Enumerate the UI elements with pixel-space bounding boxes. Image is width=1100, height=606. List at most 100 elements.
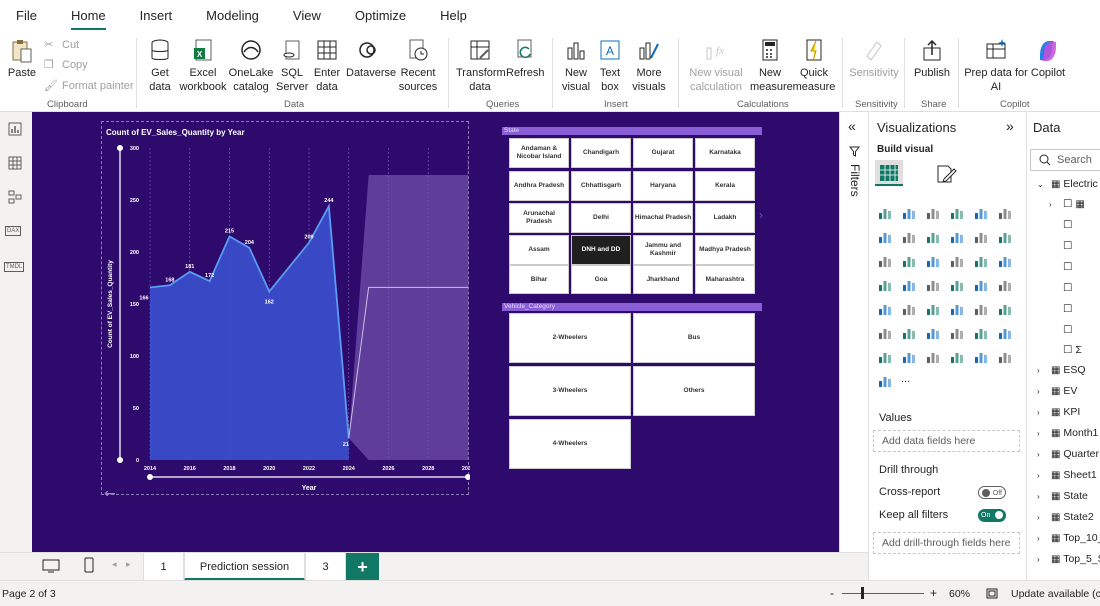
data-table-row[interactable]: › ▦ ESQ [1027, 360, 1086, 380]
dataverse-button[interactable]: Dataverse [346, 38, 396, 80]
data-table-row[interactable]: ⌄ ▦ Electric [1027, 174, 1098, 194]
filters-label[interactable]: Filters [848, 164, 862, 197]
visual-type-icon[interactable] [973, 277, 989, 293]
visual-type-icon[interactable] [973, 325, 989, 341]
visual-type-icon[interactable] [925, 277, 941, 293]
state-tile[interactable]: Andaman & Nicobar Island [509, 138, 569, 168]
page-tab-prediction-session[interactable]: Prediction session [184, 553, 305, 581]
keep-all-filters-toggle[interactable]: On [978, 509, 1006, 522]
vehicle-category-tile[interactable]: Others [633, 366, 755, 416]
next-page-icon[interactable]: ▸ [126, 559, 131, 570]
paste-button[interactable]: Paste [6, 38, 38, 80]
data-table-row[interactable]: › ▦ KPI [1027, 402, 1080, 422]
data-table-row[interactable]: › ▦ EV [1027, 381, 1077, 401]
state-tile[interactable]: Bihar [509, 265, 569, 294]
visual-type-icon[interactable] [949, 229, 965, 245]
state-tile[interactable]: Delhi [571, 203, 631, 233]
page-tab-1[interactable]: 1 [143, 553, 184, 581]
filters-strip[interactable]: « Filters [839, 112, 868, 552]
data-table-row[interactable]: › ▦ Month1 [1027, 423, 1098, 443]
new-visual-calculation-button[interactable]: fx New visual calculation [686, 38, 746, 94]
visual-type-icon[interactable] [973, 349, 989, 365]
state-tile[interactable]: Maharashtra [695, 265, 755, 294]
prev-page-icon[interactable]: ◂ [112, 559, 117, 570]
sensitivity-button[interactable]: Sensitivity [848, 38, 900, 80]
data-table-row[interactable]: › ▦ Quarter [1027, 444, 1099, 464]
state-tile[interactable]: Gujarat [633, 138, 693, 168]
menu-optimize[interactable]: Optimize [355, 0, 406, 32]
prep-data-ai-button[interactable]: Prep data for AI [962, 38, 1030, 94]
visual-type-icon[interactable] [997, 277, 1013, 293]
visual-type-icon[interactable] [973, 205, 989, 221]
format-painter-button[interactable]: 🖌 Format painter [44, 79, 134, 93]
state-tile[interactable]: Ladakh [695, 203, 755, 233]
state-tile[interactable]: Arunachal Pradesh [509, 203, 569, 233]
refresh-button[interactable]: Refresh [506, 38, 545, 80]
visual-type-icon[interactable] [901, 277, 917, 293]
state-tile[interactable]: Himachal Pradesh [633, 203, 693, 233]
menu-home[interactable]: Home [70, 0, 106, 32]
visual-type-icon[interactable] [877, 373, 893, 389]
visual-type-icon[interactable] [925, 229, 941, 245]
new-measure-button[interactable]: New measure [750, 38, 793, 94]
vehicle-category-tile[interactable]: 3-Wheelers [509, 366, 631, 416]
sql-server-button[interactable]: SQL Server [276, 38, 308, 94]
recent-sources-button[interactable]: Recent sources [394, 38, 442, 94]
state-tile[interactable]: Chhattisgarh [571, 171, 631, 201]
more-visuals-button[interactable]: More visuals [628, 38, 670, 94]
copilot-button[interactable]: Copilot [1028, 38, 1068, 80]
data-table-row[interactable]: › ▦ State [1027, 486, 1088, 506]
page-tab-3[interactable]: 3 [305, 553, 346, 581]
visual-type-icon[interactable] [997, 253, 1013, 269]
data-table-row[interactable]: › ▦ Top_10_ [1027, 528, 1100, 548]
build-visual-tab[interactable] [875, 160, 903, 186]
add-page-button[interactable]: + [346, 553, 379, 581]
zoom-slider[interactable] [842, 593, 924, 594]
data-field-row[interactable]: ☐ [1027, 257, 1072, 277]
menu-insert[interactable]: Insert [140, 0, 173, 32]
visual-type-icon[interactable] [925, 325, 941, 341]
data-table-row[interactable]: › ▦ State2 [1027, 507, 1094, 527]
model-view-icon[interactable] [8, 190, 22, 204]
visual-type-icon[interactable] [901, 229, 917, 245]
visual-type-icon[interactable] [997, 229, 1013, 245]
menu-modeling[interactable]: Modeling [206, 0, 259, 32]
excel-workbook-button[interactable]: X Excel workbook [178, 38, 228, 94]
drill-through-dropzone[interactable]: Add drill-through fields here [873, 532, 1020, 554]
visual-type-icon[interactable] [901, 253, 917, 269]
zoom-slider-thumb[interactable] [861, 587, 864, 599]
state-tile[interactable]: Jammu and Kashmir [633, 235, 693, 265]
zoom-in-icon[interactable]: + [930, 586, 937, 600]
state-tile[interactable]: Madhya Pradesh [695, 235, 755, 265]
table-view-icon[interactable] [8, 156, 22, 170]
cross-report-toggle[interactable]: Off [978, 486, 1006, 499]
tmdl-view-icon[interactable]: TMDL [4, 262, 25, 272]
update-available[interactable]: Update available (c [1011, 588, 1100, 600]
visual-type-icon[interactable] [949, 349, 965, 365]
format-visual-icon[interactable] [935, 164, 957, 184]
get-data-button[interactable]: Get data [142, 38, 178, 94]
data-field-row[interactable]: ☐ [1027, 236, 1072, 256]
publish-button[interactable]: Publish [910, 38, 954, 80]
visual-type-icon[interactable] [925, 253, 941, 269]
data-field-row[interactable]: ☐ [1027, 278, 1072, 298]
state-tile[interactable]: Karnataka [695, 138, 755, 168]
visual-type-icon[interactable] [973, 229, 989, 245]
visual-type-icon[interactable] [877, 301, 893, 317]
data-field-row[interactable]: ☐ [1027, 299, 1072, 319]
new-visual-button[interactable]: New visual [558, 38, 594, 94]
vehicle-category-tile[interactable]: 2-Wheelers [509, 313, 631, 363]
data-field-row[interactable]: ☐ [1027, 215, 1072, 235]
visual-type-icon[interactable] [925, 301, 941, 317]
state-tile[interactable]: Andhra Pradesh [509, 171, 569, 201]
visual-type-icon[interactable] [877, 277, 893, 293]
copy-button[interactable]: ❐ Copy [44, 58, 88, 72]
menu-view[interactable]: View [293, 0, 321, 32]
visual-type-icon[interactable] [997, 301, 1013, 317]
visual-type-icon[interactable] [949, 277, 965, 293]
vehicle-category-tile[interactable]: Bus [633, 313, 755, 363]
mobile-layout-icon[interactable] [84, 557, 94, 573]
state-tile[interactable]: Kerala [695, 171, 755, 201]
transform-data-button[interactable]: Transform data [456, 38, 506, 94]
visual-type-icon[interactable] [901, 349, 917, 365]
